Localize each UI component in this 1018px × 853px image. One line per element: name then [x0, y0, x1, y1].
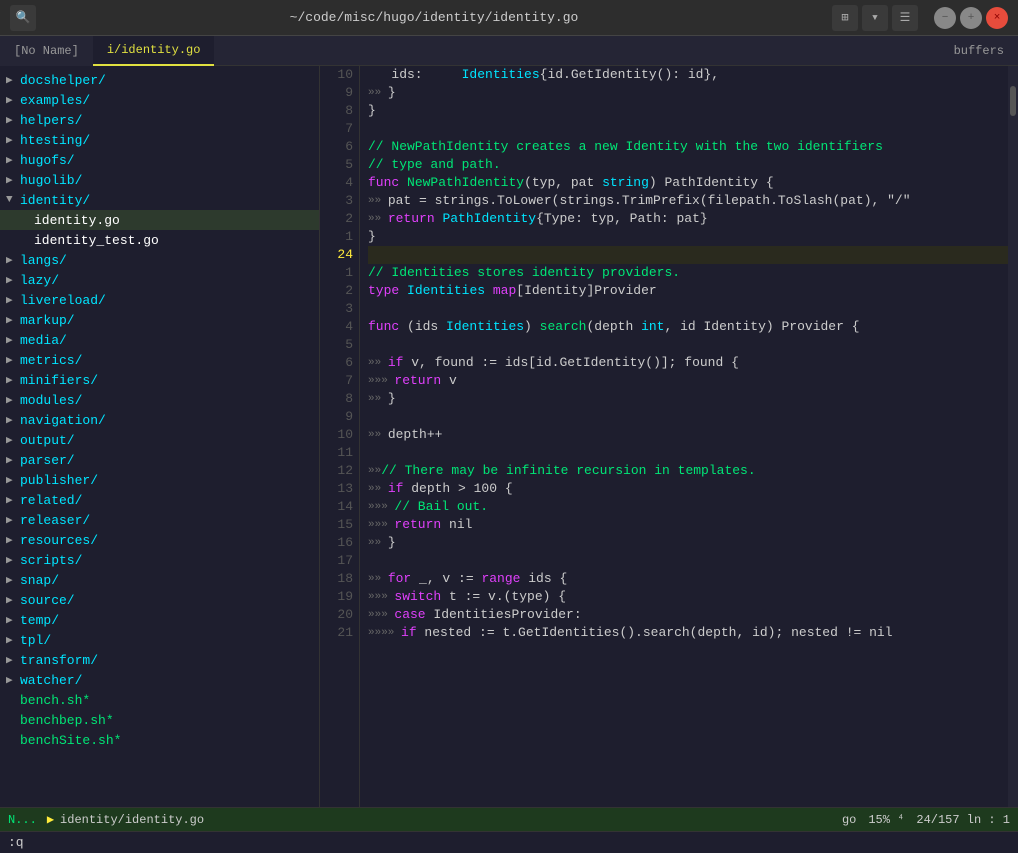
status-language: go	[842, 813, 856, 827]
code-content[interactable]: ids: Identities{id.GetIdentity(): id}, »…	[360, 66, 1008, 807]
code-line: »»» return nil	[368, 516, 1008, 534]
tree-item-identity-go[interactable]: identity.go	[0, 210, 319, 230]
code-line: type Identities map[Identity]Provider	[368, 282, 1008, 300]
code-line: »»» return v	[368, 372, 1008, 390]
code-line: »» for _, v := range ids {	[368, 570, 1008, 588]
titlebar-right: ⊞ ▼ ☰ − + ×	[832, 5, 1008, 31]
tree-item-watcher[interactable]: ▶watcher/	[0, 670, 319, 690]
tree-item-markup[interactable]: ▶markup/	[0, 310, 319, 330]
status-position: 24/157 ln : 1	[916, 813, 1010, 827]
code-line: »» return PathIdentity{Type: typ, Path: …	[368, 210, 1008, 228]
code-line: }	[368, 228, 1008, 246]
tree-item-bench-sh[interactable]: bench.sh*	[0, 690, 319, 710]
command-line[interactable]: :q	[0, 831, 1018, 853]
tree-item-minifiers[interactable]: ▶minifiers/	[0, 370, 319, 390]
tree-item-tpl[interactable]: ▶tpl/	[0, 630, 319, 650]
search-icon[interactable]: 🔍	[10, 5, 36, 31]
titlebar: 🔍 ~/code/misc/hugo/identity/identity.go …	[0, 0, 1018, 36]
code-line	[368, 444, 1008, 462]
code-line: »» depth++	[368, 426, 1008, 444]
dropdown-icon[interactable]: ▼	[862, 5, 888, 31]
tree-item-metrics[interactable]: ▶metrics/	[0, 350, 319, 370]
code-line: // Identities stores identity providers.	[368, 264, 1008, 282]
tree-item-livereload[interactable]: ▶livereload/	[0, 290, 319, 310]
code-line: // NewPathIdentity creates a new Identit…	[368, 138, 1008, 156]
tree-item-related[interactable]: ▶related/	[0, 490, 319, 510]
tab-identity-go[interactable]: i/identity.go	[93, 36, 215, 66]
status-right: go 15% ⁴ 24/157 ln : 1	[842, 813, 1010, 827]
tree-item-hugofs[interactable]: ▶hugofs/	[0, 150, 319, 170]
tree-item-benchsite-sh[interactable]: benchSite.sh*	[0, 730, 319, 750]
tree-item-examples[interactable]: ▶examples/	[0, 90, 319, 110]
scrollbar-thumb[interactable]	[1010, 86, 1016, 116]
tree-item-identity-test-go[interactable]: identity_test.go	[0, 230, 319, 250]
code-line: »» }	[368, 390, 1008, 408]
scrollbar[interactable]	[1008, 66, 1018, 807]
code-line: »»» // Bail out.	[368, 498, 1008, 516]
code-line: ids: Identities{id.GetIdentity(): id},	[368, 66, 1008, 84]
code-line: »»» case IdentitiesProvider:	[368, 606, 1008, 624]
grid-icon[interactable]: ⊞	[832, 5, 858, 31]
code-line: »» if depth > 100 {	[368, 480, 1008, 498]
code-line	[368, 552, 1008, 570]
minimize-button[interactable]: −	[934, 7, 956, 29]
menu-icon[interactable]: ☰	[892, 5, 918, 31]
tree-item-hugolib[interactable]: ▶hugolib/	[0, 170, 319, 190]
tree-item-benchbep-sh[interactable]: benchbep.sh*	[0, 710, 319, 730]
tree-item-resources[interactable]: ▶resources/	[0, 530, 319, 550]
command-text: :q	[8, 835, 24, 850]
code-line: func NewPathIdentity(typ, pat string) Pa…	[368, 174, 1008, 192]
vim-mode: N...	[8, 813, 37, 827]
tree-item-output[interactable]: ▶output/	[0, 430, 319, 450]
code-editor[interactable]: 10 9 8 7 6 5 4 3 2 1 24 1 2 3 4 5 6 7 8 …	[320, 66, 1008, 807]
tree-item-lazy[interactable]: ▶lazy/	[0, 270, 319, 290]
tree-item-docshelper[interactable]: ▶docshelper/	[0, 70, 319, 90]
line-numbers: 10 9 8 7 6 5 4 3 2 1 24 1 2 3 4 5 6 7 8 …	[320, 66, 360, 807]
window-title: ~/code/misc/hugo/identity/identity.go	[290, 10, 579, 25]
tree-item-identity-dir[interactable]: ▼identity/	[0, 190, 319, 210]
tree-item-temp[interactable]: ▶temp/	[0, 610, 319, 630]
tree-item-langs[interactable]: ▶langs/	[0, 250, 319, 270]
tree-item-modules[interactable]: ▶modules/	[0, 390, 319, 410]
code-line: »» }	[368, 534, 1008, 552]
statusbar: N... ▶ identity/identity.go go 15% ⁴ 24/…	[0, 807, 1018, 831]
code-line: func (ids Identities) search(depth int, …	[368, 318, 1008, 336]
tree-item-parser[interactable]: ▶parser/	[0, 450, 319, 470]
code-line: // type and path.	[368, 156, 1008, 174]
status-arrow: ▶	[47, 812, 54, 827]
file-tree: ▶docshelper/ ▶examples/ ▶helpers/ ▶htest…	[0, 66, 320, 807]
code-line	[368, 408, 1008, 426]
code-line: »»// There may be infinite recursion in …	[368, 462, 1008, 480]
tree-item-media[interactable]: ▶media/	[0, 330, 319, 350]
code-line: »»»» if nested := t.GetIdentities().sear…	[368, 624, 1008, 642]
maximize-button[interactable]: +	[960, 7, 982, 29]
tree-item-source[interactable]: ▶source/	[0, 590, 319, 610]
close-button[interactable]: ×	[986, 7, 1008, 29]
tab-no-name[interactable]: [No Name]	[0, 36, 93, 66]
code-line	[368, 336, 1008, 354]
tree-item-publisher[interactable]: ▶publisher/	[0, 470, 319, 490]
tree-item-releaser[interactable]: ▶releaser/	[0, 510, 319, 530]
tabbar: [No Name] i/identity.go buffers	[0, 36, 1018, 66]
tree-item-transform[interactable]: ▶transform/	[0, 650, 319, 670]
code-line: »»» switch t := v.(type) {	[368, 588, 1008, 606]
tree-item-htesting[interactable]: ▶htesting/	[0, 130, 319, 150]
tree-item-snap[interactable]: ▶snap/	[0, 570, 319, 590]
code-line: »» }	[368, 84, 1008, 102]
code-line: »» if v, found := ids[id.GetIdentity()];…	[368, 354, 1008, 372]
tree-item-helpers[interactable]: ▶helpers/	[0, 110, 319, 130]
status-percent: 15% ⁴	[868, 813, 904, 827]
buffers-label: buffers	[940, 44, 1018, 58]
code-line: }	[368, 102, 1008, 120]
code-line	[368, 300, 1008, 318]
code-line-active	[368, 246, 1008, 264]
tree-item-navigation[interactable]: ▶navigation/	[0, 410, 319, 430]
main-area: ▶docshelper/ ▶examples/ ▶helpers/ ▶htest…	[0, 66, 1018, 807]
status-filepath: identity/identity.go	[60, 813, 204, 827]
code-line: »» pat = strings.ToLower(strings.TrimPre…	[368, 192, 1008, 210]
tree-item-scripts[interactable]: ▶scripts/	[0, 550, 319, 570]
code-line	[368, 120, 1008, 138]
titlebar-left: 🔍	[10, 5, 36, 31]
